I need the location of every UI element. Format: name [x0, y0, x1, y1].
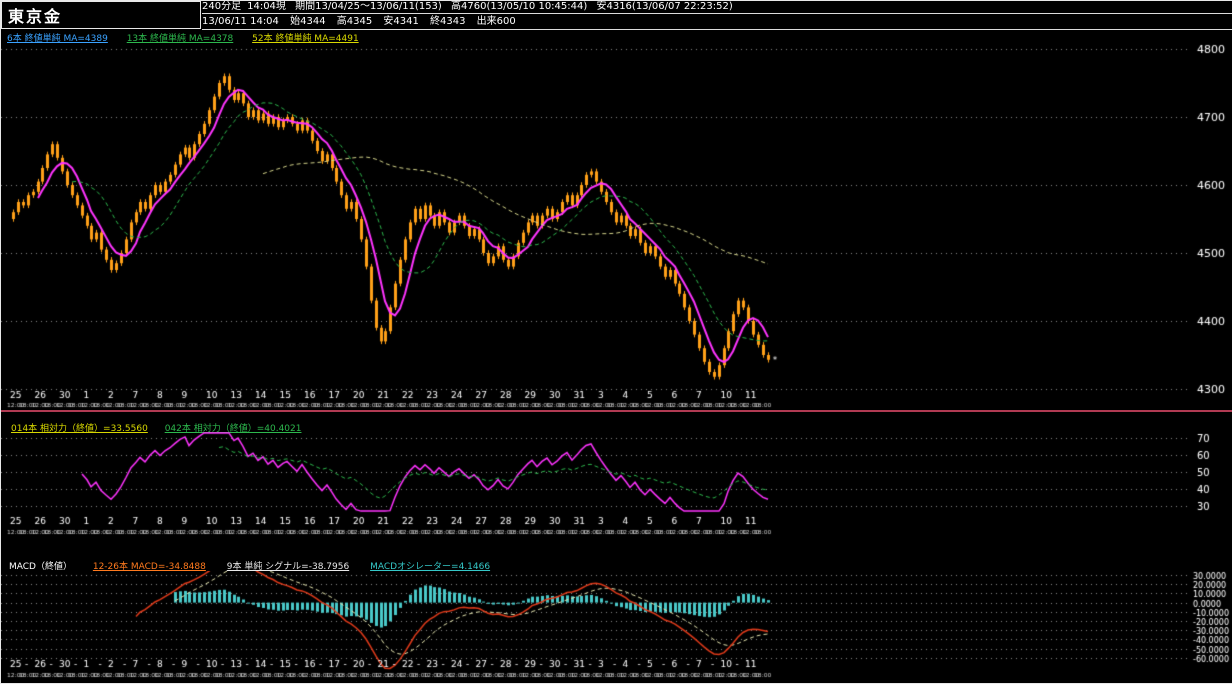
- quote-high: 高4345: [336, 16, 373, 27]
- quote-close: 終4343: [430, 16, 466, 27]
- quote-row: 13/06/11 14:04 始4344 高4345 安4341 終4343 出…: [202, 15, 1232, 30]
- timeframe-label[interactable]: 240分足: [202, 1, 241, 12]
- macd-chart[interactable]: [1, 571, 1232, 683]
- quote-open: 始4344: [290, 16, 326, 27]
- period-low-label: 安4316(13/06/07 22:23:52): [596, 1, 733, 12]
- current-time-label: 14:04現: [247, 1, 286, 12]
- chart-info-row: 240分足 14:04現 期間13/04/25～13/06/11(153) 高47…: [202, 1, 1232, 14]
- quote-low: 安4341: [383, 16, 419, 27]
- rsi-chart[interactable]: [1, 432, 1232, 538]
- panel-separator: [1, 410, 1232, 412]
- quote-datetime: 13/06/11 14:04: [202, 16, 279, 27]
- instrument-title: 東京金: [1, 1, 201, 29]
- candlestick-chart[interactable]: [1, 41, 1232, 409]
- chart-window: 東京金 240分足 14:04現 期間13/04/25～13/06/11(153)…: [0, 0, 1232, 684]
- period-high-label: 高4760(13/05/10 10:45:44): [451, 1, 588, 12]
- period-label: 期間13/04/25～13/06/11(153): [295, 1, 442, 12]
- quote-volume: 出来600: [476, 16, 516, 27]
